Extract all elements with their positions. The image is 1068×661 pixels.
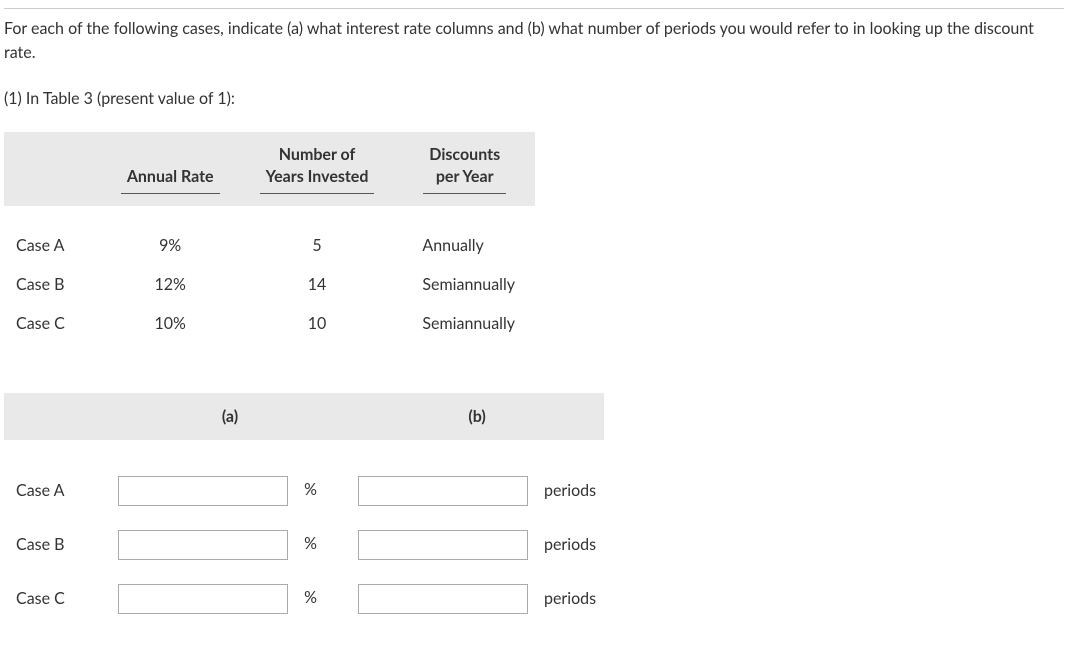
th-years-invested: Number ofYears Invested xyxy=(240,132,395,206)
answer-cell-a: % xyxy=(110,518,350,572)
periods-unit: periods xyxy=(536,518,604,572)
th-blank-2 xyxy=(4,393,110,440)
case-label: Case A xyxy=(4,226,101,265)
periods-input-case-a[interactable] xyxy=(358,476,528,506)
rate-input-case-b[interactable] xyxy=(118,530,288,560)
divider-top xyxy=(4,8,1064,9)
answer-row: Case C % periods xyxy=(4,572,604,626)
answer-row: Case B % periods xyxy=(4,518,604,572)
sub-instruction: (1) In Table 3 (present value of 1): xyxy=(4,89,1064,108)
case-info-table: Annual Rate Number ofYears Invested Disc… xyxy=(4,132,535,343)
case-label: Case C xyxy=(4,304,101,343)
answer-table: (a) (b) Case A % periods Case B % period… xyxy=(4,393,604,626)
answer-cell-b xyxy=(350,572,536,626)
periods-unit: periods xyxy=(536,464,604,518)
annual-rate-value: 10% xyxy=(101,304,240,343)
th-col-a: (a) xyxy=(110,393,350,440)
years-invested-value: 14 xyxy=(240,265,395,304)
percent-unit: % xyxy=(292,480,317,499)
th-annual-rate: Annual Rate xyxy=(101,132,240,206)
th-discounts: Discountsper Year xyxy=(394,132,535,206)
th-col-b: (b) xyxy=(350,393,604,440)
instruction-text: For each of the following cases, indicat… xyxy=(4,17,1064,65)
th-blank xyxy=(4,132,101,206)
discounts-value: Annually xyxy=(394,226,535,265)
years-invested-value: 10 xyxy=(240,304,395,343)
answer-cell-a: % xyxy=(110,464,350,518)
answer-cell-b xyxy=(350,464,536,518)
annual-rate-value: 12% xyxy=(101,265,240,304)
answer-row: Case A % periods xyxy=(4,464,604,518)
years-invested-value: 5 xyxy=(240,226,395,265)
answer-case-label: Case A xyxy=(4,464,110,518)
discounts-value: Semiannually xyxy=(394,304,535,343)
answer-cell-b xyxy=(350,518,536,572)
table-row: Case B 12% 14 Semiannually xyxy=(4,265,535,304)
answer-case-label: Case C xyxy=(4,572,110,626)
percent-unit: % xyxy=(292,588,317,607)
rate-input-case-a[interactable] xyxy=(118,476,288,506)
periods-unit: periods xyxy=(536,572,604,626)
discounts-value: Semiannually xyxy=(394,265,535,304)
periods-input-case-b[interactable] xyxy=(358,530,528,560)
periods-input-case-c[interactable] xyxy=(358,584,528,614)
answer-case-label: Case B xyxy=(4,518,110,572)
annual-rate-value: 9% xyxy=(101,226,240,265)
case-label: Case B xyxy=(4,265,101,304)
table-row: Case C 10% 10 Semiannually xyxy=(4,304,535,343)
percent-unit: % xyxy=(292,534,317,553)
answer-cell-a: % xyxy=(110,572,350,626)
rate-input-case-c[interactable] xyxy=(118,584,288,614)
table-row: Case A 9% 5 Annually xyxy=(4,226,535,265)
